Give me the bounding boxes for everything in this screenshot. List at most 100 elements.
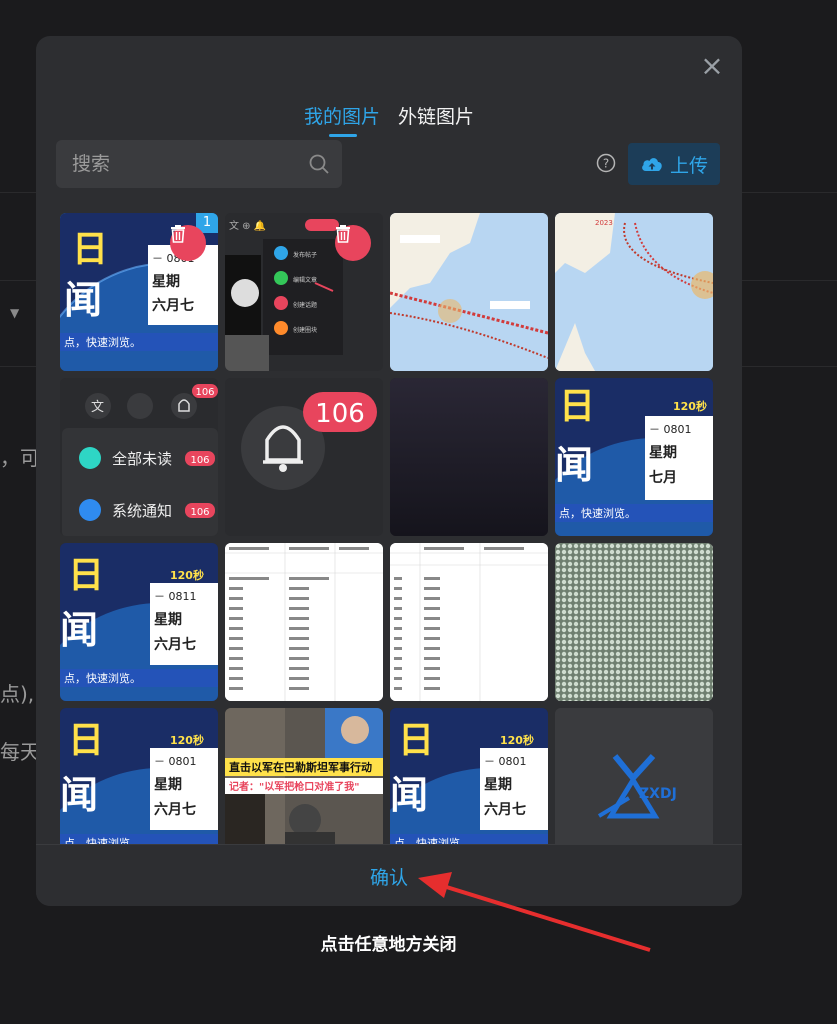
svg-text:日: 日	[398, 720, 434, 761]
svg-text:星期: 星期	[154, 777, 182, 793]
image-thumb-news[interactable]: 日 闻 － 0801 星期 六月七 点，快速浏览。 1	[60, 213, 218, 371]
table-image	[225, 543, 383, 701]
svg-text:106: 106	[190, 455, 209, 466]
image-thumb-news[interactable]: 日 闻 120秒 － 0801 星期 六月七 点，快速浏览。	[60, 708, 218, 845]
image-picker-modal: 我的图片 外链图片 × ? 上传 日 闻	[36, 36, 742, 906]
svg-text:文 ⊕ 🔔: 文 ⊕ 🔔	[229, 219, 266, 232]
svg-text:闻: 闻	[60, 773, 98, 817]
svg-text:120秒: 120秒	[500, 733, 534, 747]
svg-text:闻: 闻	[60, 608, 98, 652]
image-thumb-typhoon-map[interactable]	[390, 213, 548, 371]
logo-image: ZXDJ	[555, 708, 713, 845]
news-title-top: 日	[72, 229, 108, 270]
notifications-image: 文 106 全部未读 106 系统通知 106	[60, 378, 218, 536]
svg-text:六月七: 六月七	[154, 801, 196, 818]
table-image	[390, 543, 548, 701]
video-image: 直击以军在巴勒斯坦军事行动 记者："以军把枪口对准了我"	[225, 708, 383, 845]
notification-count: 106	[195, 387, 214, 398]
close-icon[interactable]: ×	[698, 52, 726, 80]
svg-text:星期: 星期	[484, 777, 512, 793]
image-thumb-news[interactable]: 日 闻 120秒 － 0801 星期 六月七 点，快速浏览。	[390, 708, 548, 845]
tab-my-images[interactable]: 我的图片	[304, 102, 380, 137]
system-notice-label: 系统通知	[112, 502, 172, 520]
upload-button[interactable]: 上传	[628, 143, 720, 185]
news-month: 六月七	[152, 297, 194, 314]
image-thumb-video[interactable]: 直击以军在巴勒斯坦军事行动 记者："以军把枪口对准了我"	[225, 708, 383, 845]
svg-text:?: ?	[603, 157, 609, 171]
menu-item-label: 编辑文章	[293, 276, 317, 284]
pattern-image	[555, 543, 713, 701]
news-caption: 点，快速浏览。	[64, 335, 141, 349]
svg-text:星期: 星期	[649, 445, 677, 461]
image-thumb-notifications[interactable]: 文 106 全部未读 106 系统通知 106	[60, 378, 218, 536]
trash-icon	[336, 225, 350, 243]
svg-text:星期: 星期	[154, 612, 182, 628]
svg-text:－ 0801: － 0801	[484, 755, 527, 768]
image-thumb-bell-badge[interactable]: 106	[225, 378, 383, 536]
delete-image-button[interactable]	[335, 225, 371, 261]
svg-text:六月七: 六月七	[484, 801, 526, 818]
svg-text:七月: 七月	[649, 470, 677, 486]
menu-item-label: 创建圈块	[293, 326, 317, 334]
svg-text:120秒: 120秒	[673, 399, 707, 413]
svg-text:日: 日	[68, 555, 104, 596]
image-thumb-pattern[interactable]	[555, 543, 713, 701]
help-icon[interactable]: ?	[596, 153, 616, 173]
image-grid: 日 闻 － 0801 星期 六月七 点，快速浏览。 1 文 ⊕ 🔔 发布帖子 编…	[60, 213, 720, 845]
dark-image	[390, 378, 548, 536]
svg-text:点，快速浏览。: 点，快速浏览。	[64, 671, 141, 685]
bell-badge-image: 106	[225, 378, 383, 536]
svg-text:－ 0801: － 0801	[154, 755, 197, 768]
news-image: 日 闻 120秒 － 0801 星期 七月 点，快速浏览。	[555, 378, 713, 536]
svg-text:106: 106	[190, 507, 209, 518]
svg-text:日: 日	[68, 720, 104, 761]
logo-text: ZXDJ	[639, 786, 677, 802]
video-caption: 直击以军在巴勒斯坦军事行动	[229, 760, 372, 774]
delete-image-button[interactable]	[170, 225, 206, 261]
image-thumb-dark[interactable]	[390, 378, 548, 536]
typhoon-map-image: 2023	[555, 213, 713, 371]
chevron-down-icon: ▼	[10, 306, 20, 320]
typhoon-map-image	[390, 213, 548, 371]
svg-text:闻: 闻	[390, 773, 428, 817]
image-thumb-news[interactable]: 日 闻 120秒 － 0801 星期 七月 点，快速浏览。	[555, 378, 713, 536]
news-image: 日 闻 120秒 － 0811 星期 六月七 点，快速浏览。	[60, 543, 218, 701]
trash-icon	[171, 225, 185, 243]
news-weekday: 星期	[152, 274, 180, 290]
modal-footer: 确认	[36, 844, 742, 906]
confirm-button[interactable]: 确认	[36, 863, 742, 890]
svg-text:2023: 2023	[595, 219, 613, 227]
svg-text:120秒: 120秒	[170, 568, 204, 582]
image-thumb-menu-screenshot[interactable]: 文 ⊕ 🔔 发布帖子 编辑文章 创建话题 创建圈块	[225, 213, 383, 371]
upload-label: 上传	[669, 154, 708, 177]
news-image: 日 闻 120秒 － 0801 星期 六月七 点，快速浏览。	[60, 708, 218, 845]
menu-item-label: 创建话题	[293, 301, 317, 309]
search-input[interactable]	[56, 140, 342, 188]
svg-text:六月七: 六月七	[154, 636, 196, 653]
svg-text:－ 0811: － 0811	[154, 590, 197, 603]
background-text: 点),	[0, 682, 35, 706]
background-text: ，可	[0, 446, 40, 470]
menu-item-label: 发布帖子	[293, 251, 317, 259]
all-unread-label: 全部未读	[112, 450, 172, 468]
tab-external-images[interactable]: 外链图片	[398, 102, 474, 137]
background-text: 每天	[0, 740, 40, 764]
bell-badge-count: 106	[315, 399, 365, 429]
image-thumb-logo[interactable]: ZXDJ	[555, 708, 713, 845]
search-icon[interactable]	[308, 153, 330, 175]
svg-text:日: 日	[559, 386, 595, 427]
news-title-bottom: 闻	[64, 278, 102, 322]
svg-text:闻: 闻	[555, 443, 593, 487]
image-thumb-typhoon-map[interactable]: 2023	[555, 213, 713, 371]
image-thumb-table[interactable]	[225, 543, 383, 701]
cloud-upload-icon	[642, 158, 662, 171]
svg-text:文: 文	[91, 400, 104, 415]
image-thumb-table[interactable]	[390, 543, 548, 701]
search-box	[56, 140, 342, 188]
image-thumb-news[interactable]: 日 闻 120秒 － 0811 星期 六月七 点，快速浏览。	[60, 543, 218, 701]
close-hint-text: 点击任意地方关闭	[320, 935, 457, 955]
tab-bar: 我的图片 外链图片	[36, 102, 742, 137]
video-caption: 记者："以军把枪口对准了我"	[229, 780, 359, 793]
news-image: 日 闻 120秒 － 0801 星期 六月七 点，快速浏览。	[390, 708, 548, 845]
svg-text:120秒: 120秒	[170, 733, 204, 747]
